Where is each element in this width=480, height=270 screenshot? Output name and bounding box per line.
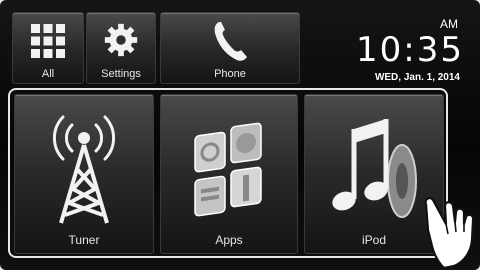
grid-icon (13, 23, 83, 59)
antenna-tower-icon (15, 107, 153, 227)
gear-icon (87, 21, 155, 59)
phone-icon (161, 19, 299, 63)
date-display: WED, Jan. 1, 2014 (374, 72, 460, 83)
all-label: All (41, 68, 55, 80)
clock-widget: AM 10:35 WED, Jan. 1, 2014 (312, 12, 472, 84)
apps-tiles-icon (161, 115, 297, 225)
apps-button[interactable]: Apps (160, 94, 298, 254)
all-button[interactable]: All (12, 12, 84, 84)
hand-pointer-icon (424, 197, 475, 270)
tuner-label: Tuner (68, 233, 100, 247)
phone-label: Phone (214, 68, 246, 80)
settings-button[interactable]: Settings (86, 12, 156, 84)
tuner-button[interactable]: Tuner (14, 94, 154, 254)
settings-label: Settings (101, 68, 141, 80)
time-display: 10:35 (356, 30, 464, 70)
am-pm-indicator: AM (440, 17, 458, 31)
apps-label: Apps (215, 233, 243, 247)
phone-button[interactable]: Phone (160, 12, 300, 84)
home-screen: All Settings Phone AM 10:35 WED, Jan. 1,… (0, 0, 480, 270)
